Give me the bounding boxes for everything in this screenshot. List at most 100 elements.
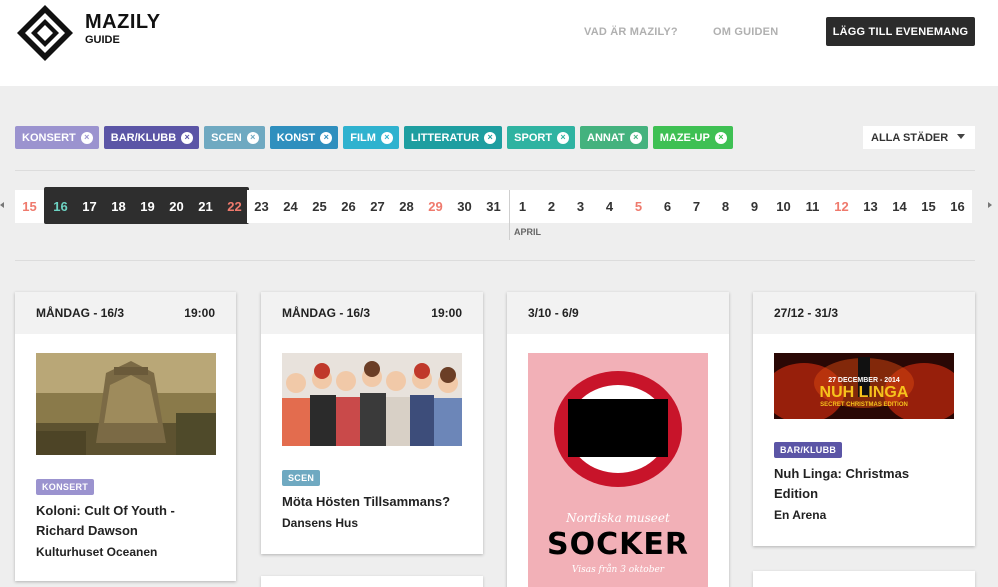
filter-chip[interactable]: SPORT × (507, 126, 576, 149)
event-venue[interactable]: Dansens Hus (282, 516, 462, 530)
remove-filter-icon[interactable]: × (714, 131, 727, 144)
prev-dates-arrow-icon[interactable] (0, 202, 4, 208)
month-label: APRIL (514, 227, 541, 237)
event-date: 3/10 - 6/9 (528, 306, 579, 320)
date-cell[interactable]: 19 (133, 190, 162, 223)
filter-chip[interactable]: BAR/KLUBB × (103, 126, 200, 149)
filter-chip[interactable]: KONSERT × (15, 126, 99, 149)
add-event-button[interactable]: LÄGG TILL EVENEMANG (826, 17, 975, 46)
category-tag: KONSERT (36, 479, 95, 495)
event-venue[interactable]: Kulturhuset Oceanen (36, 545, 215, 559)
date-cell[interactable]: 15 (15, 190, 44, 223)
date-cell[interactable]: 9 (740, 190, 769, 223)
date-cell[interactable]: 28 (392, 190, 421, 223)
event-image[interactable] (282, 353, 462, 446)
date-cell[interactable]: 3 (566, 190, 595, 223)
event-card[interactable]: MÅNDAG - 16/3 19:00 SCEN Möta Hösten Til… (261, 292, 483, 554)
filter-chip-label: BAR/KLUBB (110, 131, 177, 144)
event-card[interactable]: MÅNDAG - 16/3 19:00 KONSERT Koloni: Cult… (15, 292, 236, 581)
event-title[interactable]: Nuh Linga: Christmas Edition (774, 464, 954, 504)
date-cell[interactable]: 5 (624, 190, 653, 223)
filter-chip-label: FILM (350, 131, 376, 144)
date-cell[interactable]: 24 (276, 190, 305, 223)
remove-filter-icon[interactable]: × (629, 131, 642, 144)
event-venue[interactable]: En Arena (774, 508, 954, 522)
date-cell[interactable]: 12 (827, 190, 856, 223)
date-cell[interactable]: 8 (711, 190, 740, 223)
filter-chip-label: SPORT (514, 131, 553, 144)
remove-filter-icon[interactable]: × (80, 131, 93, 144)
event-title[interactable]: Möta Hösten Tillsammans? (282, 492, 462, 512)
date-cell[interactable]: 16 (943, 190, 972, 223)
date-cell[interactable]: 27 (363, 190, 392, 223)
mazily-logo-icon[interactable] (15, 3, 75, 63)
card-header: MÅNDAG - 16/3 19:00 (261, 292, 483, 334)
event-image[interactable]: 27 DECEMBER - 2014 NUH LINGA SECRET CHRI… (774, 353, 954, 419)
filter-chip[interactable]: ANNAT × (580, 126, 648, 149)
card-header: MÅNDAG - 16/3 19:00 (15, 292, 236, 334)
remove-filter-icon[interactable]: × (484, 131, 497, 144)
poster-script: Nordiska museet (566, 511, 670, 525)
date-cell[interactable]: 23 (247, 190, 276, 223)
date-cell[interactable]: 6 (653, 190, 682, 223)
poster-subtitle: Visas från 3 oktober (571, 565, 665, 575)
remove-filter-icon[interactable]: × (557, 131, 570, 144)
remove-filter-icon[interactable]: × (181, 131, 194, 144)
brand-name: MAZILY (85, 11, 161, 33)
filter-chip[interactable]: SCEN × (204, 126, 265, 149)
date-cell[interactable]: 1 (508, 190, 537, 223)
date-cell[interactable]: 22 (220, 190, 249, 223)
date-cell[interactable]: 30 (450, 190, 479, 223)
banner-subtitle: SECRET CHRISTMAS EDITION (820, 402, 908, 408)
month-separator (509, 190, 510, 240)
date-cell[interactable]: 16 (46, 190, 75, 223)
nav-guide-link[interactable]: OM GUIDEN (713, 26, 778, 38)
top-header: MAZILY GUIDE VAD ÄR MAZILY? OM GUIDEN LÄ… (0, 0, 998, 86)
nav-about-link[interactable]: VAD ÄR MAZILY? (584, 26, 678, 38)
event-date: MÅNDAG - 16/3 (282, 306, 371, 320)
filter-chip-label: KONSERT (22, 131, 76, 144)
date-cell[interactable]: 31 (479, 190, 508, 223)
date-cell[interactable]: 17 (75, 190, 104, 223)
date-cell[interactable]: 26 (334, 190, 363, 223)
event-card[interactable] (261, 576, 483, 587)
city-select[interactable]: ALLA STÄDER (863, 126, 975, 149)
date-cell[interactable]: 25 (305, 190, 334, 223)
event-card[interactable]: 3/10 - 6/9 Nordiska museet SOCKER Visas … (507, 292, 729, 587)
remove-filter-icon[interactable]: × (246, 131, 259, 144)
date-cell[interactable]: 13 (856, 190, 885, 223)
brand[interactable]: MAZILY GUIDE (85, 12, 161, 46)
city-select-value: ALLA STÄDER (871, 131, 949, 144)
date-cell[interactable]: 7 (682, 190, 711, 223)
filter-chip-label: SCEN (211, 131, 242, 144)
date-cell[interactable]: 18 (104, 190, 133, 223)
date-cell[interactable]: 11 (798, 190, 827, 223)
event-card[interactable]: 27/12 - 31/3 27 DECEMBER - 2014 NUH LING… (753, 292, 975, 546)
category-tag: SCEN (282, 470, 321, 486)
event-card[interactable] (753, 571, 975, 587)
remove-filter-icon[interactable]: × (320, 131, 333, 144)
card-header: 3/10 - 6/9 (507, 292, 729, 334)
date-cell[interactable]: 15 (914, 190, 943, 223)
filter-chip[interactable]: FILM × (343, 126, 399, 149)
filter-chip-label: LITTERATUR (410, 131, 480, 144)
filter-chip[interactable]: MAZE-UP × (652, 126, 733, 149)
banner-date: 27 DECEMBER - 2014 (828, 377, 900, 384)
date-cell[interactable]: 21 (191, 190, 220, 223)
filter-chip[interactable]: LITTERATUR × (403, 126, 503, 149)
event-poster[interactable]: Nordiska museet SOCKER Visas från 3 okto… (528, 353, 708, 587)
remove-filter-icon[interactable]: × (380, 131, 393, 144)
date-cell[interactable]: 2 (537, 190, 566, 223)
date-cell[interactable]: 4 (595, 190, 624, 223)
date-cell[interactable]: 14 (885, 190, 914, 223)
date-cell[interactable]: 20 (162, 190, 191, 223)
caret-down-icon (957, 134, 965, 139)
filter-chip[interactable]: KONST × (269, 126, 339, 149)
date-cell[interactable]: 29 (421, 190, 450, 223)
event-image[interactable] (36, 353, 216, 455)
divider (15, 260, 975, 261)
brand-sub: GUIDE (85, 34, 120, 46)
date-cell[interactable]: 10 (769, 190, 798, 223)
event-title[interactable]: Koloni: Cult Of Youth - Richard Dawson (36, 501, 215, 541)
next-dates-arrow-icon[interactable] (988, 202, 992, 208)
